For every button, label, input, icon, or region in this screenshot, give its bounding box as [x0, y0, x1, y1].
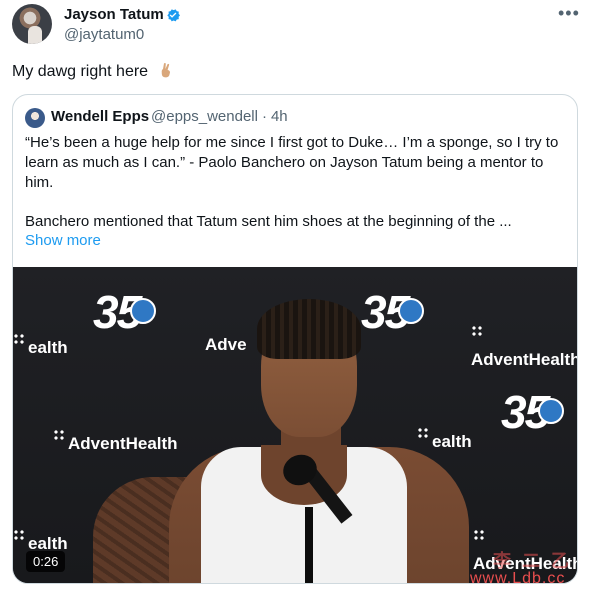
show-more-link[interactable]: Show more — [25, 232, 101, 249]
author-handle[interactable]: @jaytatum0 — [64, 26, 144, 43]
meta-separator: · — [261, 108, 267, 125]
author-avatar[interactable] — [12, 4, 52, 44]
author-name[interactable]: Jayson Tatum — [64, 6, 164, 23]
sponsor-logo: AdventHealth — [53, 429, 178, 454]
tweet-text-content: My dawg right here — [12, 63, 149, 80]
magic-35-logo: 35 — [501, 385, 565, 439]
quoted-author-handle[interactable]: @epps_wendell — [151, 108, 258, 125]
watermark-url: www.Ldb.cc — [470, 570, 566, 587]
quoted-author-avatar[interactable] — [25, 108, 45, 128]
sponsor-logo: Adve — [205, 335, 247, 354]
video-player[interactable]: 35 35 35 ealth Adve AdventHealth AdventH… — [13, 267, 577, 583]
sponsor-logo: AdventHealth — [471, 325, 577, 370]
quoted-tweet-card[interactable]: Wendell Epps @epps_wendell · 4h “He’s been… — [12, 94, 578, 584]
more-options-icon[interactable]: ••• — [558, 4, 580, 22]
microphone-stand — [305, 507, 313, 583]
magic-35-logo: 35 — [93, 285, 157, 339]
verified-badge-icon — [167, 9, 180, 22]
quoted-meta: @epps_wendell · 4h — [151, 108, 288, 125]
video-duration-badge: 0:26 — [26, 551, 66, 572]
sponsor-logo: ealth — [417, 427, 472, 452]
quoted-text-paragraph-2: Banchero mentioned that Tatum sent him s… — [25, 213, 512, 230]
tweet-text: My dawg right here — [12, 62, 173, 81]
quoted-timestamp[interactable]: 4h — [271, 108, 288, 125]
sponsor-logo: ealth — [13, 333, 68, 358]
braided-hair — [257, 299, 361, 359]
quoted-author-name[interactable]: Wendell Epps — [51, 108, 149, 125]
magic-35-logo: 35 — [361, 285, 425, 339]
crossed-fingers-emoji-icon — [161, 63, 170, 78]
quoted-text-paragraph-1: “He’s been a huge help for me since I fi… — [25, 134, 559, 191]
